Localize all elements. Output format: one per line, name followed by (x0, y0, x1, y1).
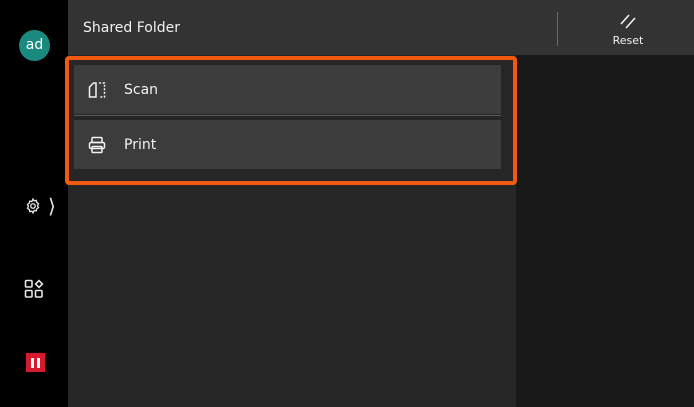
print-menu-item[interactable]: Print (74, 120, 501, 169)
header-bar: Shared Folder Reset (68, 0, 694, 55)
reset-label: Reset (612, 34, 644, 47)
menu-highlight-frame: Scan Print (65, 56, 517, 185)
page-title: Shared Folder (83, 20, 181, 36)
stop-button[interactable] (26, 353, 45, 372)
scan-menu-item[interactable]: Scan (74, 65, 501, 114)
reset-button[interactable]: Reset (608, 12, 648, 52)
chevron-right-icon: ⟩ (48, 194, 56, 218)
pause-bar (37, 357, 40, 368)
print-label: Print (124, 136, 157, 153)
printer-icon (88, 136, 106, 153)
right-pane (516, 55, 694, 407)
header-divider (557, 12, 558, 46)
menu-separator (74, 115, 501, 116)
scan-label: Scan (124, 81, 159, 98)
side-rail: ad ⟩ (0, 0, 68, 407)
reset-slash-icon (620, 14, 636, 29)
settings-button[interactable]: ⟩ (24, 194, 56, 218)
scan-icon (88, 81, 106, 98)
pause-bar (31, 357, 34, 368)
user-avatar[interactable]: ad (19, 30, 50, 61)
apps-icon[interactable] (24, 279, 44, 299)
gear-icon (26, 197, 40, 215)
